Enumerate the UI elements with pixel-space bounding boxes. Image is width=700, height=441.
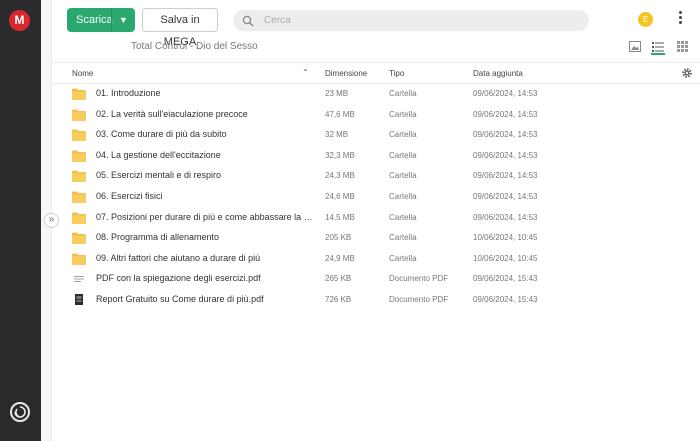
date-added: 10/06/2024, 10:45 xyxy=(473,253,538,263)
file-type: Cartella xyxy=(389,109,417,119)
file-type: Documento PDF xyxy=(389,274,449,284)
file-type: Cartella xyxy=(389,212,417,222)
folder-icon xyxy=(72,150,86,162)
file-name[interactable]: 01. Introduzione xyxy=(96,88,316,98)
file-name[interactable]: 05. Esercizi mentali e di respiro xyxy=(96,170,316,180)
app-root: M » Scarica ▼ Salva in MEGA E Total Cont… xyxy=(0,0,700,441)
table-row[interactable]: 07. Posizioni per durare di più e come a… xyxy=(52,208,700,229)
table-row[interactable]: 08. Programma di allenamento 205 KB Cartel… xyxy=(52,228,700,249)
file-type: Documento PDF xyxy=(389,295,449,304)
column-header-name[interactable]: Nome xyxy=(72,69,93,78)
file-size: 265 KB xyxy=(325,274,352,284)
table-row[interactable]: Report Gratuito su Come durare di più.pd… xyxy=(52,290,700,311)
folder-icon xyxy=(72,191,86,203)
file-size: 14,5 MB xyxy=(325,212,355,222)
download-label: Scarica xyxy=(76,14,113,26)
left-rail: M xyxy=(0,0,41,441)
file-type: Cartella xyxy=(389,130,417,140)
grid-view-icon[interactable] xyxy=(677,41,688,52)
chevron-down-icon[interactable]: ▼ xyxy=(112,15,135,25)
file-type: Cartella xyxy=(389,89,417,98)
date-added: 09/06/2024, 14:53 xyxy=(473,150,538,160)
search-bar[interactable] xyxy=(233,10,589,31)
column-header-size[interactable]: Dimensione xyxy=(325,69,367,78)
table-row[interactable]: PDF con la spiegazione degli esercizi.pd… xyxy=(52,269,700,290)
file-size: 47,6 MB xyxy=(325,109,355,119)
date-added: 09/06/2024, 14:53 xyxy=(473,89,538,98)
file-name[interactable]: 08. Programma di allenamento xyxy=(96,232,316,242)
folder-icon xyxy=(72,212,86,224)
transfers-icon[interactable] xyxy=(10,402,30,422)
file-type: Cartella xyxy=(389,192,417,201)
date-added: 09/06/2024, 15:43 xyxy=(473,295,538,304)
file-name[interactable]: 07. Posizioni per durare di più e come a… xyxy=(96,212,316,222)
folder-title: Total Control - Dio del Sesso xyxy=(131,41,258,52)
table-row[interactable]: 09. Altri fattori che aiutano a durare d… xyxy=(52,249,700,270)
file-name[interactable]: 04. La gestione dell'eccitazione xyxy=(96,150,316,160)
folder-icon xyxy=(72,109,86,121)
file-size: 24,9 MB xyxy=(325,253,355,263)
search-input[interactable] xyxy=(264,15,564,26)
date-added: 09/06/2024, 14:53 xyxy=(473,171,538,181)
table-row[interactable]: 05. Esercizi mentali e di respiro 24,3 MB… xyxy=(52,166,700,187)
pdf-doc-icon xyxy=(72,273,86,285)
date-added: 09/06/2024, 14:53 xyxy=(473,212,538,222)
file-size: 23 MB xyxy=(325,89,349,98)
file-size: 32 MB xyxy=(325,130,349,140)
folder-icon xyxy=(72,88,86,100)
column-header-date[interactable]: Data aggiunta xyxy=(473,69,523,78)
search-icon xyxy=(242,15,254,26)
file-size: 24,3 MB xyxy=(325,171,355,181)
image-view-icon[interactable] xyxy=(629,41,641,52)
pdf-thumb-icon xyxy=(72,294,86,306)
date-added: 09/06/2024, 14:53 xyxy=(473,192,538,201)
avatar[interactable]: E xyxy=(638,12,653,27)
file-name[interactable]: 03. Come durare di più da subito xyxy=(96,129,316,139)
mega-logo[interactable]: M xyxy=(9,10,30,31)
file-size: 205 KB xyxy=(325,233,352,243)
folder-icon xyxy=(72,232,86,245)
file-type: Cartella xyxy=(389,253,417,263)
date-added: 09/06/2024, 14:53 xyxy=(473,109,538,119)
date-added: 09/06/2024, 15:43 xyxy=(473,274,538,284)
file-name[interactable]: 06. Esercizi fisici xyxy=(96,191,316,201)
gear-icon[interactable] xyxy=(681,67,693,79)
table-header: Nome ⌃ Dimensione Tipo Data aggiunta xyxy=(52,62,700,84)
file-name[interactable]: 02. La verità sull'eiaculazione precoce xyxy=(96,109,316,119)
file-name[interactable]: Report Gratuito su Come durare di più.pd… xyxy=(96,294,316,304)
table-row[interactable]: 03. Come durare di più da subito 32 MB Car… xyxy=(52,125,700,146)
file-size: 32,3 MB xyxy=(325,150,355,160)
table-row[interactable]: 06. Esercizi fisici 24,6 MB Cartella 09/06/… xyxy=(52,187,700,208)
table-row[interactable]: 04. La gestione dell'eccitazione 32,3 MB C… xyxy=(52,146,700,167)
file-type: Cartella xyxy=(389,150,417,160)
file-type: Cartella xyxy=(389,233,417,243)
list-view-icon[interactable] xyxy=(651,40,665,55)
column-header-type[interactable]: Tipo xyxy=(389,69,404,78)
file-size: 24,6 MB xyxy=(325,192,355,201)
more-menu-icon[interactable] xyxy=(676,11,684,27)
date-added: 09/06/2024, 14:53 xyxy=(473,130,538,140)
folder-icon xyxy=(72,170,86,183)
sort-ascending-icon[interactable]: ⌃ xyxy=(302,68,309,77)
folder-icon xyxy=(72,129,86,142)
table-row[interactable]: 01. Introduzione 23 MB Cartella 09/06/2024,… xyxy=(52,84,700,105)
file-size: 726 KB xyxy=(325,295,352,304)
download-button[interactable]: Scarica ▼ xyxy=(67,8,135,32)
save-to-mega-button[interactable]: Salva in MEGA xyxy=(142,8,218,48)
file-name[interactable]: 09. Altri fattori che aiutano a durare d… xyxy=(96,253,316,263)
file-name[interactable]: PDF con la spiegazione degli esercizi.pd… xyxy=(96,273,316,283)
table-row[interactable]: 02. La verità sull'eiaculazione precoce 4… xyxy=(52,105,700,126)
folder-icon xyxy=(72,253,86,265)
file-type: Cartella xyxy=(389,171,417,181)
date-added: 10/06/2024, 10:45 xyxy=(473,233,538,243)
